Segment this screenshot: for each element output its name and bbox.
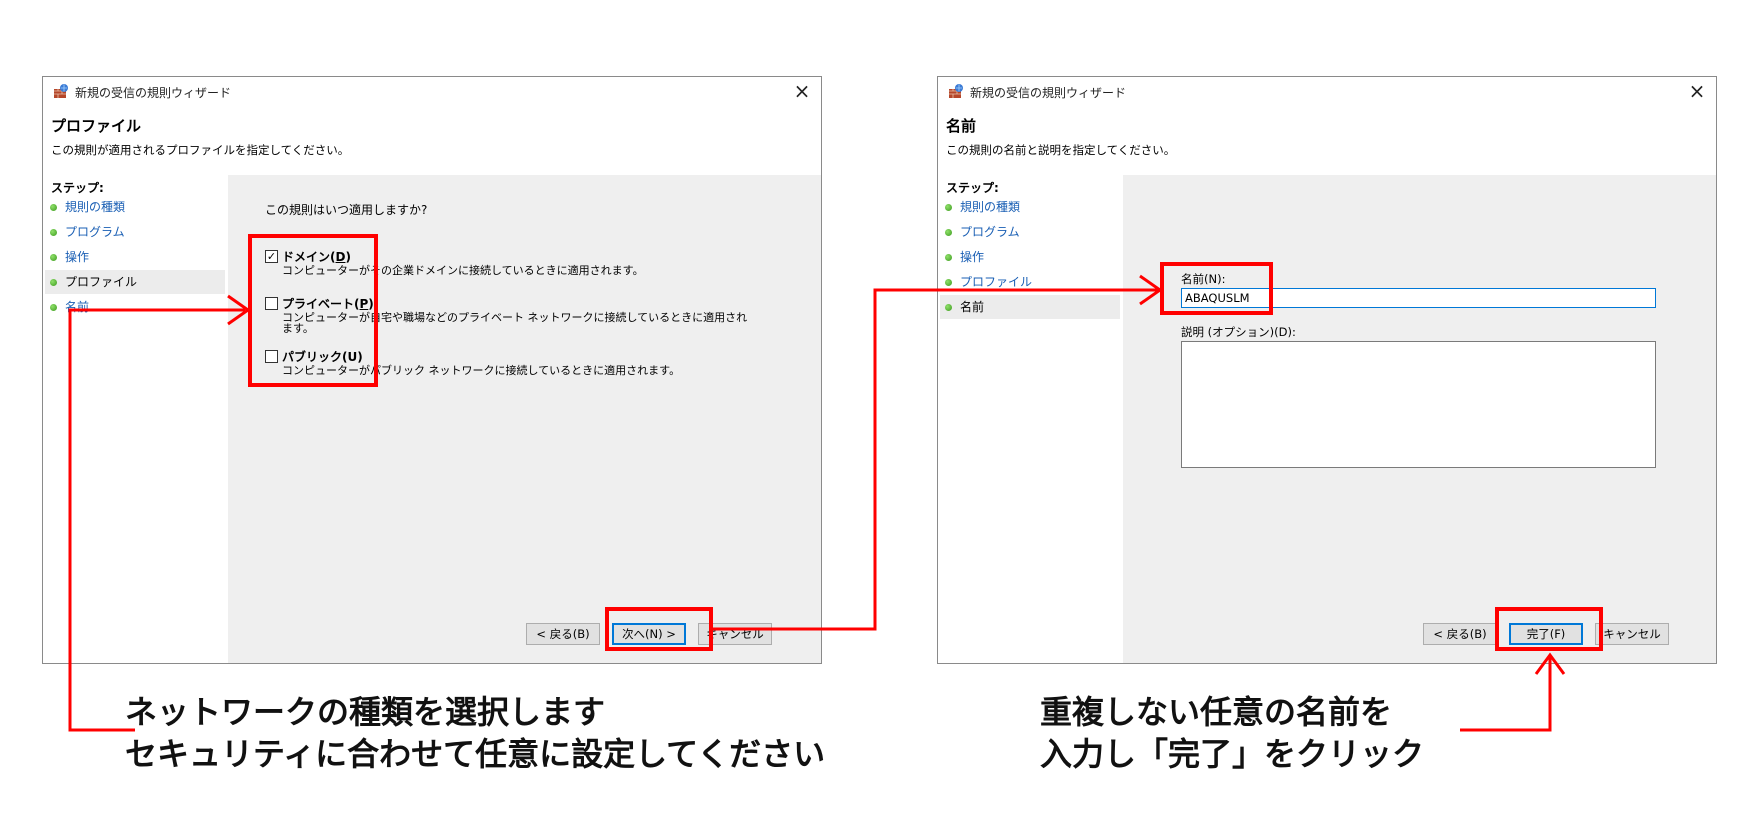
caption-left-line1: ネットワークの種類を選択します [125, 693, 606, 731]
arrow-next-to-name [713, 288, 1158, 631]
caption-right-line1: 重複しない任意の名前を [1040, 693, 1393, 731]
arrow-caption-to-finish [1460, 655, 1552, 732]
caption-right-line2: 入力し「完了」をクリック [1040, 735, 1425, 773]
caption-left-line2: セキュリティに合わせて任意に設定してください [125, 735, 826, 773]
arrow-caption-to-options [68, 308, 245, 732]
